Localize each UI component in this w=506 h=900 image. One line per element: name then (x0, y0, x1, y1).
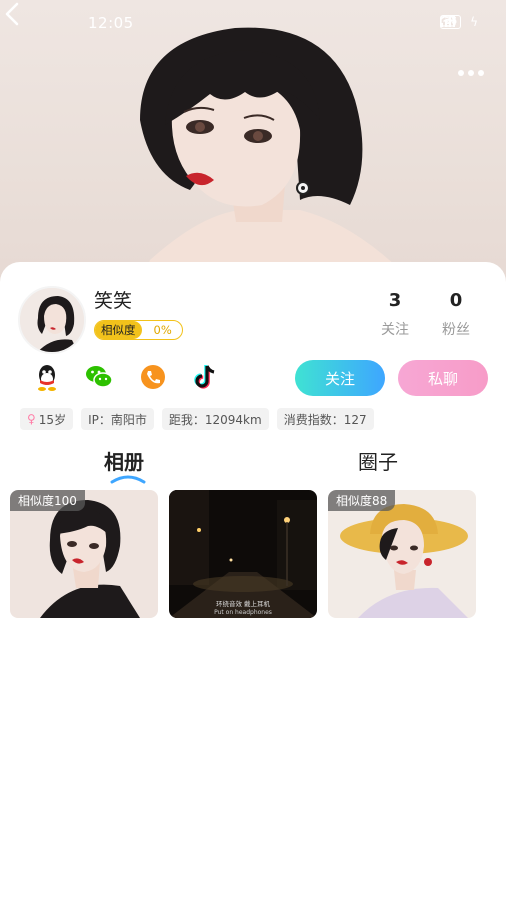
photo-caption-line1: 环绕音效 戴上耳机 (216, 599, 271, 608)
nickname: 笑笑 (94, 290, 133, 312)
distance-tag: 距我：12094km (161, 408, 269, 430)
active-tab-indicator (110, 475, 146, 484)
avatar[interactable] (18, 286, 86, 354)
wechat-icon[interactable] (84, 362, 114, 392)
profile-card: 笑笑 相似度 0% 3 关注 0 粉丝 关注 私聊 ♀ 15岁 IP：南阳市 距… (0, 262, 506, 900)
photo-item[interactable]: 相似度100 (10, 490, 158, 618)
tiktok-icon[interactable] (191, 362, 221, 392)
back-button[interactable] (0, 0, 28, 28)
tab-circle[interactable]: 圈子 (358, 446, 398, 475)
similarity-badge: 相似度100 (10, 490, 85, 511)
photo-grid: 相似度100 环绕音效 戴上耳机 Put on headphones 相似度88 (10, 490, 496, 618)
more-dot-icon (458, 70, 464, 76)
photo-item[interactable]: 相似度88 (328, 490, 476, 618)
following-count: 3 (388, 290, 402, 311)
similarity-badge: 相似度88 (328, 490, 396, 511)
status-bar: 12:05 N 26 ϟ (0, 0, 506, 46)
signal-icon-2 (441, 15, 456, 27)
profile-cover: 12:05 N 26 ϟ (0, 0, 506, 290)
charging-icon: ϟ (470, 15, 478, 29)
fans-count: 0 (449, 290, 463, 311)
similarity-value: 0% (153, 323, 172, 337)
follow-button[interactable]: 关注 (295, 360, 385, 396)
stat-following[interactable]: 3 关注 (371, 290, 419, 339)
qq-icon[interactable] (32, 362, 62, 392)
photo-caption-line2: Put on headphones (214, 609, 272, 616)
status-icons: N 26 ϟ (440, 15, 478, 29)
female-icon: ♀ (27, 412, 36, 426)
similarity-badge: 相似度 0% (94, 320, 183, 340)
similarity-label: 相似度 (95, 321, 142, 339)
photo-image: 环绕音效 戴上耳机 Put on headphones (169, 490, 317, 618)
spending-tag: 消费指数：127 (276, 408, 374, 430)
following-label: 关注 (381, 322, 409, 338)
content-tabs: 相册 圈子 (0, 446, 506, 486)
more-dot-icon (468, 70, 474, 76)
profile-tags: ♀ 15岁 IP：南阳市 距我：12094km 消费指数：127 (20, 408, 374, 430)
status-time: 12:05 (88, 14, 134, 32)
photo-item[interactable]: 环绕音效 戴上耳机 Put on headphones (169, 490, 317, 618)
fans-label: 粉丝 (442, 322, 470, 338)
phone-icon[interactable] (138, 362, 168, 392)
avatar-illustration (20, 288, 84, 352)
private-chat-button[interactable]: 私聊 (398, 360, 488, 396)
more-dot-icon (478, 70, 484, 76)
more-options-button[interactable] (454, 62, 488, 84)
stat-fans[interactable]: 0 粉丝 (432, 290, 480, 339)
age-tag: ♀ 15岁 (20, 408, 74, 430)
ip-tag: IP：南阳市 (81, 408, 154, 430)
tab-album[interactable]: 相册 (104, 446, 144, 475)
age-text: 15岁 (38, 412, 67, 427)
